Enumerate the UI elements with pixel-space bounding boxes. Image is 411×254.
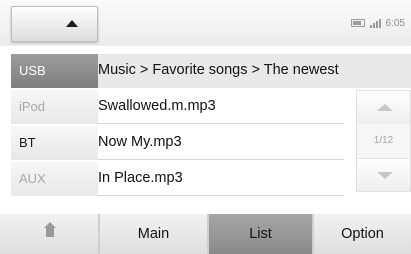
list-item[interactable]: Now My.mp3 (98, 126, 344, 160)
list-item[interactable]: In Place.mp3 (98, 162, 344, 196)
page-indicator: 1/12 (356, 124, 411, 158)
source-ipod[interactable]: iPod (11, 90, 98, 124)
bottom-bar: Main List Option (0, 214, 411, 254)
clock: 6:05 (385, 17, 405, 29)
source-usb[interactable]: USB (11, 54, 98, 88)
up-button[interactable] (11, 6, 98, 42)
source-list: USB iPod BT AUX (11, 54, 98, 198)
source-bt[interactable]: BT (11, 126, 98, 160)
battery-icon (350, 19, 365, 27)
list-item[interactable]: Swallowed.m.mp3 (98, 90, 344, 124)
source-aux[interactable]: AUX (11, 162, 98, 196)
breadcrumb: Music > Favorite songs > The newest (98, 54, 411, 88)
status-bar: 6:05 (0, 0, 411, 46)
status-icons: 6:05 (350, 15, 405, 31)
home-icon (44, 222, 56, 239)
tab-main[interactable]: Main (100, 214, 207, 254)
scroll-up-button[interactable] (356, 90, 411, 124)
signal-icon (369, 18, 381, 28)
scroll-down-button[interactable] (356, 158, 411, 192)
up-arrow-icon (66, 20, 78, 27)
chevron-up-icon (377, 104, 393, 111)
home-button[interactable] (0, 214, 98, 254)
scroll-control: 1/12 (356, 90, 411, 192)
tab-list[interactable]: List (209, 214, 312, 254)
tab-option[interactable]: Option (314, 214, 411, 254)
chevron-down-icon (377, 172, 393, 179)
